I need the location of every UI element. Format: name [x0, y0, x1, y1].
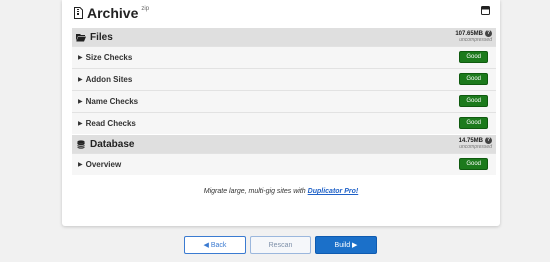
status-badge: Good	[459, 51, 488, 63]
rescan-button[interactable]: Rescan	[250, 236, 311, 254]
status-badge: Good	[459, 158, 488, 170]
archive-header: Archive zip	[74, 5, 149, 25]
caret-right-icon: ▶	[78, 55, 83, 61]
file-zip-icon	[74, 7, 83, 19]
back-button[interactable]: ◀ Back	[184, 236, 246, 254]
database-icon	[77, 139, 85, 149]
caret-right-icon: ▶	[78, 77, 83, 83]
caret-right-icon: ▶	[78, 162, 83, 168]
database-section-header: Database 14.75MB ? uncompressed	[72, 135, 496, 153]
status-badge: Good	[459, 73, 488, 85]
database-size-value: 14.75MB	[458, 137, 483, 144]
files-section: Files 107.65MB ? uncompressed ▶ Size Che…	[72, 28, 496, 134]
question-circle-icon[interactable]: ?	[485, 30, 492, 37]
overview-row[interactable]: ▶ Overview Good	[72, 153, 496, 175]
row-label: Addon Sites	[85, 75, 133, 84]
database-size-note: uncompressed	[459, 144, 492, 150]
files-size: 107.65MB ? uncompressed	[455, 30, 492, 43]
row-label: Size Checks	[85, 53, 133, 62]
archive-title: Archive	[87, 5, 139, 21]
files-section-header: Files 107.65MB ? uncompressed	[72, 28, 496, 46]
status-badge: Good	[459, 117, 488, 129]
database-title: Database	[90, 138, 135, 150]
window-toggle-icon[interactable]	[481, 6, 490, 15]
files-title: Files	[90, 31, 113, 43]
files-size-value: 107.65MB	[455, 30, 483, 37]
promo-text: Migrate large, multi-gig sites with	[203, 188, 306, 195]
folder-open-icon	[76, 33, 86, 41]
status-badge: Good	[459, 95, 488, 107]
name-checks-row[interactable]: ▶ Name Checks Good	[72, 90, 496, 112]
row-label: Name Checks	[85, 97, 139, 106]
row-label: Read Checks	[85, 119, 136, 128]
archive-panel: Archive zip Files 107.65MB ? uncompresse…	[62, 0, 500, 226]
caret-right-icon: ▶	[78, 121, 83, 127]
caret-right-icon: ▶	[78, 99, 83, 105]
database-size: 14.75MB ? uncompressed	[459, 137, 492, 150]
database-section: Database 14.75MB ? uncompressed ▶ Overvi…	[72, 135, 496, 175]
duplicator-pro-link[interactable]: Duplicator Pro!	[308, 188, 359, 195]
promo-message: Migrate large, multi-gig sites with Dupl…	[62, 188, 500, 195]
read-checks-row[interactable]: ▶ Read Checks Good	[72, 112, 496, 134]
size-checks-row[interactable]: ▶ Size Checks Good	[72, 46, 496, 68]
question-circle-icon[interactable]: ?	[485, 137, 492, 144]
addon-sites-row[interactable]: ▶ Addon Sites Good	[72, 68, 496, 90]
row-label: Overview	[85, 160, 122, 169]
archive-format-label: zip	[141, 6, 150, 12]
files-size-note: uncompressed	[459, 37, 492, 43]
build-button[interactable]: Build ▶	[315, 236, 377, 254]
